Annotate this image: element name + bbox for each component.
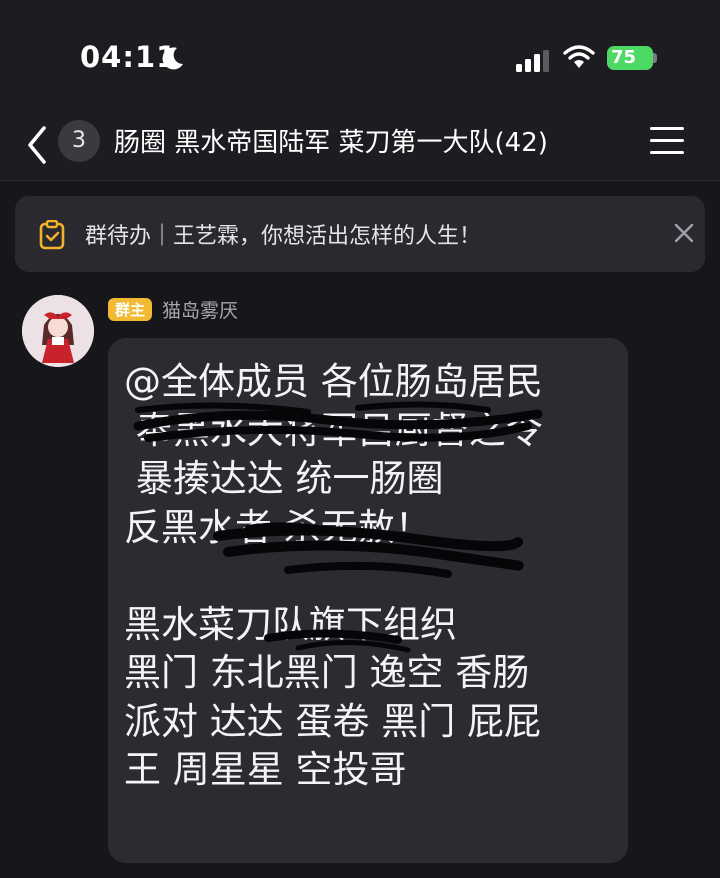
todo-text: 群待办｜王艺霖，你想活出怎样的人生！ <box>85 224 482 249</box>
sender-name[interactable]: 猫岛雾厌 <box>162 296 238 323</box>
todo-clipboard-icon <box>39 220 65 250</box>
group-todo-banner[interactable]: 群待办｜王艺霖，你想活出怎样的人生！ <box>15 196 705 272</box>
sender-avatar[interactable] <box>22 295 94 367</box>
back-chevron-icon[interactable] <box>22 120 52 170</box>
close-icon[interactable] <box>669 218 699 248</box>
avatar-illustration <box>22 295 94 367</box>
redaction-scribble <box>133 401 543 653</box>
unread-count-badge[interactable]: 3 <box>58 120 100 162</box>
menu-icon[interactable] <box>650 127 684 155</box>
wifi-icon <box>563 45 595 68</box>
battery-level: 75 <box>611 47 637 68</box>
battery-icon: 75 <box>607 46 653 70</box>
message-bubble[interactable]: @全体成员 各位肠岛居民 奉黑水大将军吕厨督之令 暴揍达达 统一肠圈 反黑水者 … <box>108 338 628 863</box>
status-bar: 04:11 75 <box>0 0 720 110</box>
moon-icon <box>162 47 183 70</box>
group-owner-badge: 群主 <box>108 298 153 321</box>
battery-cap <box>653 53 657 63</box>
group-title[interactable]: 肠圈 黑水帝国陆军 菜刀第一大队(42) <box>114 122 548 159</box>
signal-icon <box>516 50 549 72</box>
chat-header: 3 肠圈 黑水帝国陆军 菜刀第一大队(42) <box>0 110 720 181</box>
